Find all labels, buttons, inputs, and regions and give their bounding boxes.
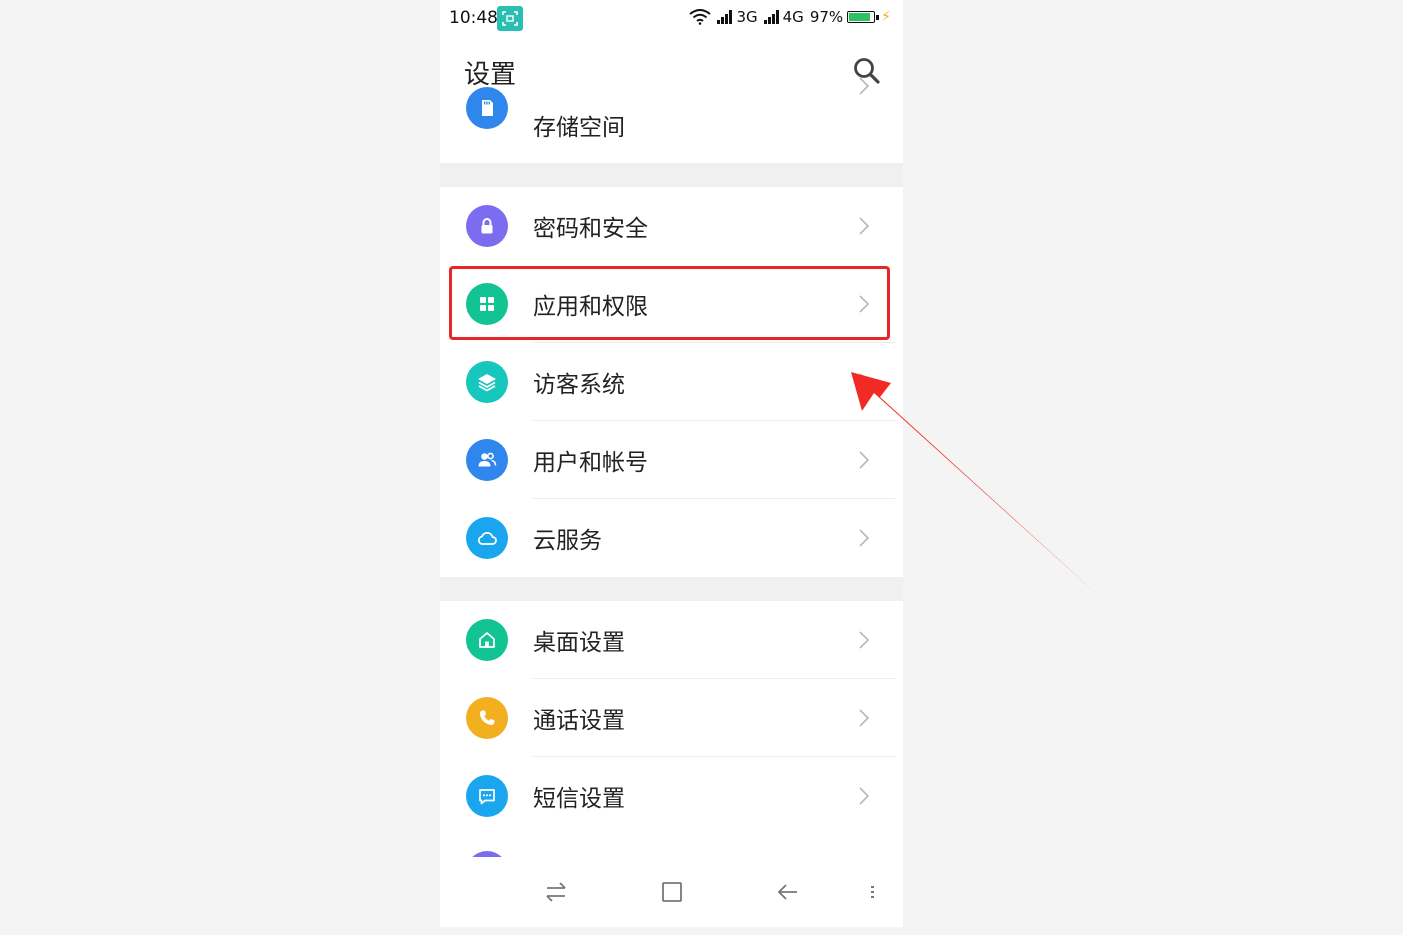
cloud-icon [466,517,508,559]
wifi-icon [689,9,712,25]
chevron-right-icon [858,708,870,728]
sd-card-icon [466,86,508,129]
settings-item-label: 密码和安全 [533,216,648,242]
settings-item-label: 访客系统 [533,372,625,398]
settings-group: 桌面设置通话设置短信设置 [440,601,903,856]
more-dots-icon [871,886,874,898]
chevron-right-icon [859,529,870,547]
settings-group: 密码和安全 应用和权限 访客系统 用户和帐号 云服务 [440,187,903,577]
square-icon [662,882,682,902]
settings-group: 存储空间 [440,76,903,163]
chevron-right-icon [858,216,870,236]
navigation-bar [440,857,903,927]
section-gap [440,577,903,601]
message-icon [466,775,508,817]
chevron-right-icon [858,372,870,392]
network-type-1: 3G [736,8,758,26]
status-time: 10:48 [449,8,498,28]
settings-item-label: 桌面设置 [533,630,625,656]
settings-item-lock[interactable]: 密码和安全 [440,187,903,265]
screenshot-icon [497,6,523,31]
settings-item-cloud[interactable]: 云服务 [440,499,903,577]
settings-item-message[interactable]: 短信设置 [440,757,903,835]
chevron-right-icon [859,451,870,469]
settings-item-label: 通话设置 [533,708,625,734]
chevron-right-icon [858,76,870,96]
chevron-right-icon [859,373,870,391]
settings-item-sd-card[interactable]: 存储空间 [440,76,903,163]
chevron-right-icon [859,631,870,649]
chevron-right-icon [859,709,870,727]
layers-icon [466,361,508,403]
chevron-right-icon [858,630,870,650]
settings-item-label: 用户和帐号 [533,450,648,476]
settings-item-label: 云服务 [533,528,602,554]
battery-percent: 97% [809,8,844,26]
settings-item-phone[interactable]: 通话设置 [440,679,903,757]
phone-icon [466,697,508,739]
section-gap [440,163,903,187]
battery-icon [847,11,880,23]
highlight-box [449,266,890,340]
settings-item-label: 存储空间 [533,115,625,141]
settings-item-users[interactable]: 用户和帐号 [440,421,903,499]
home-icon [466,619,508,661]
settings-item-home[interactable]: 桌面设置 [440,601,903,679]
chevron-right-icon [859,76,870,95]
network-type-2: 4G [782,8,804,26]
chevron-right-icon [858,528,870,548]
chevron-right-icon [858,786,870,806]
users-icon [466,439,508,481]
charging-icon: ⚡ [881,9,891,25]
home-button[interactable] [657,877,687,907]
phone-screen: 10:48 3G 4G 97% ⚡ 设置 存储空间 密码和安全 应用和权限 访客… [440,0,903,927]
chevron-right-icon [858,450,870,470]
signal-icon [763,10,782,24]
settings-item-label: 短信设置 [533,786,625,812]
chevron-right-icon [859,787,870,805]
back-button[interactable] [773,877,803,907]
lock-icon [466,205,508,247]
settings-item-layers[interactable]: 访客系统 [440,343,903,421]
chevron-right-icon [859,217,870,235]
switch-arrows-icon [546,882,566,902]
back-arrow-icon [777,884,797,900]
signal-icon [717,10,735,24]
recents-button[interactable] [541,877,571,907]
status-bar: 10:48 3G 4G 97% ⚡ [440,0,903,38]
menu-button[interactable] [862,877,882,907]
